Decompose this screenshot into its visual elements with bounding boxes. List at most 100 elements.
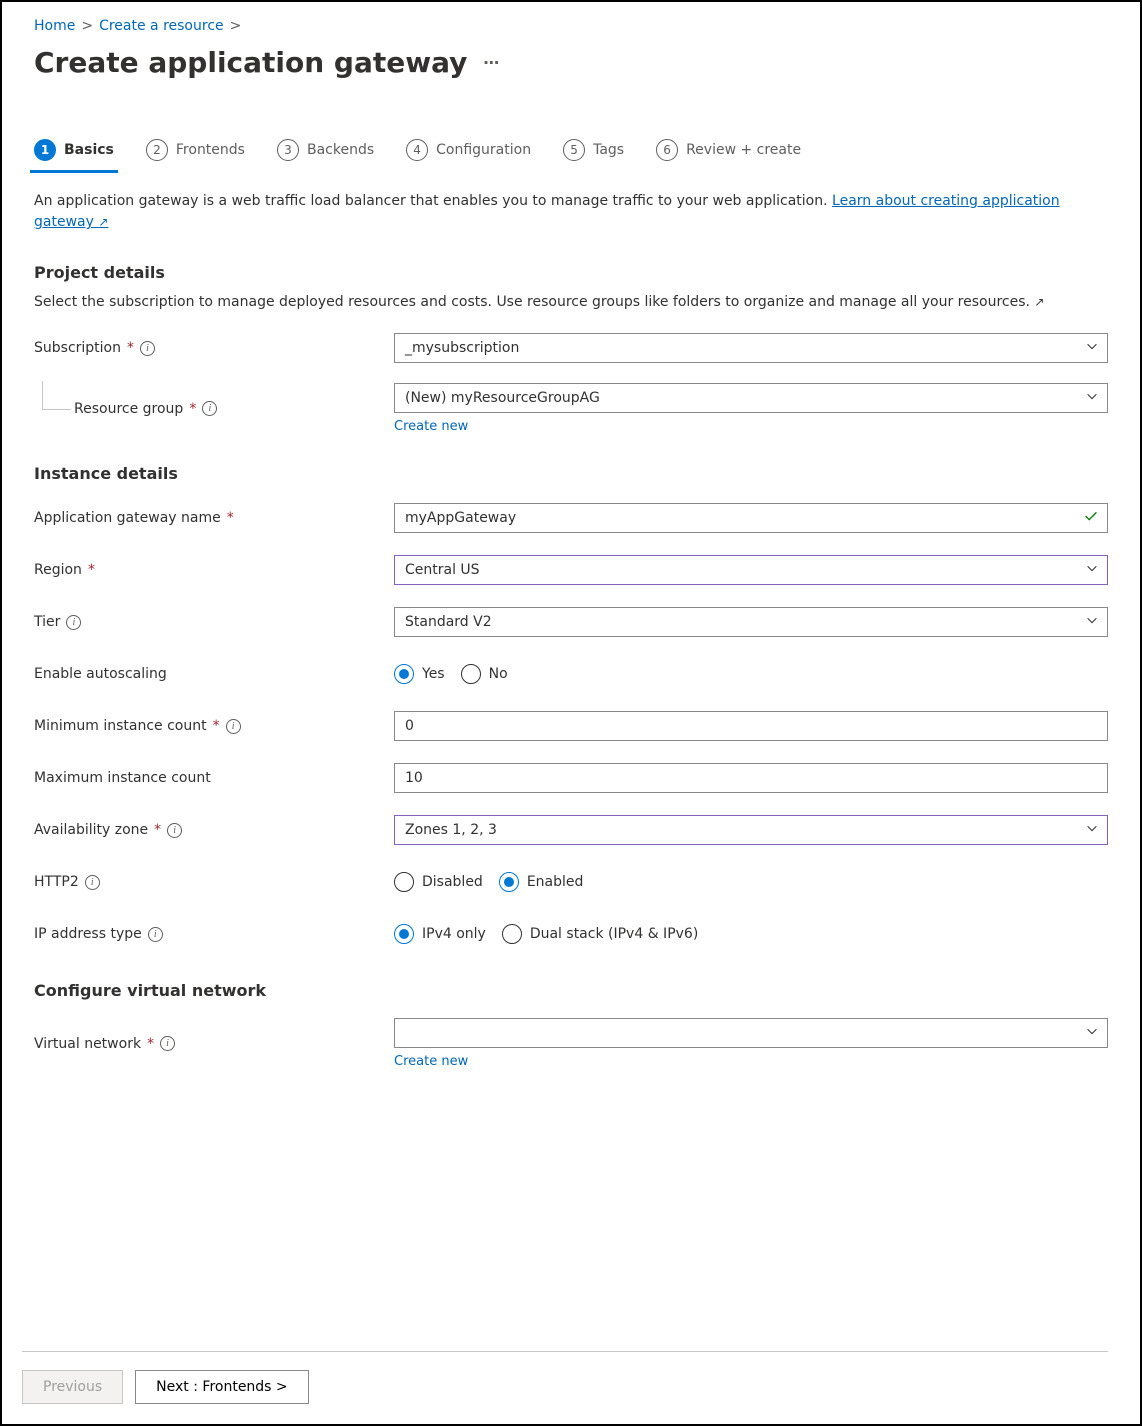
tab-number: 1	[34, 139, 56, 161]
label-max-instance: Maximum instance count	[34, 770, 211, 786]
info-icon[interactable]: i	[226, 719, 241, 734]
chevron-down-icon	[1085, 613, 1099, 631]
label-subscription: Subscription	[34, 340, 121, 356]
radio-label: Yes	[422, 666, 445, 682]
autoscaling-no-radio[interactable]: No	[461, 664, 508, 684]
region-value: Central US	[405, 562, 480, 578]
http2-enabled-radio[interactable]: Enabled	[499, 872, 584, 892]
label-min-instance: Minimum instance count	[34, 718, 207, 734]
radio-label: Enabled	[527, 874, 584, 890]
required-icon: *	[227, 510, 234, 526]
max-instance-input[interactable]	[394, 763, 1108, 793]
section-subtitle-project: Select the subscription to manage deploy…	[34, 292, 1108, 313]
tab-label: Basics	[64, 142, 114, 158]
tab-backends[interactable]: 3 Backends	[277, 135, 374, 171]
info-icon[interactable]: i	[148, 927, 163, 942]
breadcrumb-create-resource[interactable]: Create a resource	[99, 18, 224, 34]
label-http2: HTTP2	[34, 874, 79, 890]
required-icon: *	[189, 401, 196, 417]
virtual-network-select[interactable]	[394, 1018, 1108, 1048]
label-resource-group: Resource group	[74, 401, 183, 417]
tab-label: Backends	[307, 142, 374, 158]
label-virtual-network: Virtual network	[34, 1036, 141, 1052]
min-instance-input[interactable]	[394, 711, 1108, 741]
http2-disabled-radio[interactable]: Disabled	[394, 872, 483, 892]
project-sub-text: Select the subscription to manage deploy…	[34, 294, 1030, 310]
label-autoscaling: Enable autoscaling	[34, 666, 167, 682]
previous-button: Previous	[22, 1370, 123, 1404]
required-icon: *	[147, 1036, 154, 1052]
external-link-icon: ↗	[1034, 295, 1044, 309]
info-icon[interactable]: i	[160, 1036, 175, 1051]
tab-label: Configuration	[436, 142, 531, 158]
region-select[interactable]: Central US	[394, 555, 1108, 585]
section-title-instance: Instance details	[34, 464, 1108, 483]
label-region: Region	[34, 562, 82, 578]
tab-number: 3	[277, 139, 299, 161]
intro-text: An application gateway is a web traffic …	[34, 191, 1108, 233]
create-new-vnet-link[interactable]: Create new	[394, 1054, 468, 1069]
section-title-project: Project details	[34, 263, 1108, 282]
intro-body: An application gateway is a web traffic …	[34, 193, 832, 209]
required-icon: *	[127, 340, 134, 356]
info-icon[interactable]: i	[85, 875, 100, 890]
create-new-resource-group-link[interactable]: Create new	[394, 419, 468, 434]
info-icon[interactable]: i	[167, 823, 182, 838]
tab-number: 4	[406, 139, 428, 161]
tab-label: Review + create	[686, 142, 801, 158]
tab-label: Tags	[593, 142, 624, 158]
tab-frontends[interactable]: 2 Frontends	[146, 135, 245, 171]
radio-label: Dual stack (IPv4 & IPv6)	[530, 926, 698, 942]
external-link-icon: ↗	[98, 215, 108, 229]
page-title: Create application gateway	[34, 46, 467, 79]
tier-select[interactable]: Standard V2	[394, 607, 1108, 637]
label-tier: Tier	[34, 614, 60, 630]
autoscaling-yes-radio[interactable]: Yes	[394, 664, 445, 684]
tab-review-create[interactable]: 6 Review + create	[656, 135, 801, 171]
tab-number: 6	[656, 139, 678, 161]
breadcrumb-separator: >	[81, 18, 93, 34]
required-icon: *	[213, 718, 220, 734]
info-icon[interactable]: i	[202, 401, 217, 416]
next-button[interactable]: Next : Frontends >	[135, 1370, 309, 1404]
wizard-tabs: 1 Basics 2 Frontends 3 Backends 4 Config…	[34, 135, 1108, 171]
radio-label: IPv4 only	[422, 926, 486, 942]
tier-value: Standard V2	[405, 614, 492, 630]
availability-zone-select[interactable]: Zones 1, 2, 3	[394, 815, 1108, 845]
tab-number: 2	[146, 139, 168, 161]
more-actions-icon[interactable]: ⋯	[483, 53, 501, 72]
breadcrumb: Home > Create a resource >	[34, 18, 1108, 34]
label-ip-type: IP address type	[34, 926, 142, 942]
valid-check-icon	[1082, 507, 1100, 529]
breadcrumb-separator: >	[230, 18, 242, 34]
required-icon: *	[154, 822, 161, 838]
radio-label: No	[489, 666, 508, 682]
info-icon[interactable]: i	[140, 341, 155, 356]
section-title-vnet: Configure virtual network	[34, 981, 1108, 1000]
required-icon: *	[88, 562, 95, 578]
chevron-down-icon	[1085, 389, 1099, 407]
resource-group-select[interactable]: (New) myResourceGroupAG	[394, 383, 1108, 413]
resource-group-value: (New) myResourceGroupAG	[405, 390, 600, 406]
appgw-name-input[interactable]	[394, 503, 1108, 533]
subscription-select[interactable]: _mysubscription	[394, 333, 1108, 363]
tab-configuration[interactable]: 4 Configuration	[406, 135, 531, 171]
wizard-footer: Previous Next : Frontends >	[22, 1351, 1108, 1404]
tab-basics[interactable]: 1 Basics	[34, 135, 114, 171]
label-availability-zone: Availability zone	[34, 822, 148, 838]
tab-label: Frontends	[176, 142, 245, 158]
breadcrumb-home[interactable]: Home	[34, 18, 75, 34]
chevron-down-icon	[1085, 821, 1099, 839]
chevron-down-icon	[1085, 339, 1099, 357]
radio-label: Disabled	[422, 874, 483, 890]
ipv4-only-radio[interactable]: IPv4 only	[394, 924, 486, 944]
info-icon[interactable]: i	[66, 615, 81, 630]
chevron-down-icon	[1085, 561, 1099, 579]
chevron-down-icon	[1085, 1024, 1099, 1042]
tab-number: 5	[563, 139, 585, 161]
label-appgw-name: Application gateway name	[34, 510, 221, 526]
dual-stack-radio[interactable]: Dual stack (IPv4 & IPv6)	[502, 924, 698, 944]
tab-tags[interactable]: 5 Tags	[563, 135, 624, 171]
availability-zone-value: Zones 1, 2, 3	[405, 822, 497, 838]
subscription-value: _mysubscription	[405, 340, 519, 356]
